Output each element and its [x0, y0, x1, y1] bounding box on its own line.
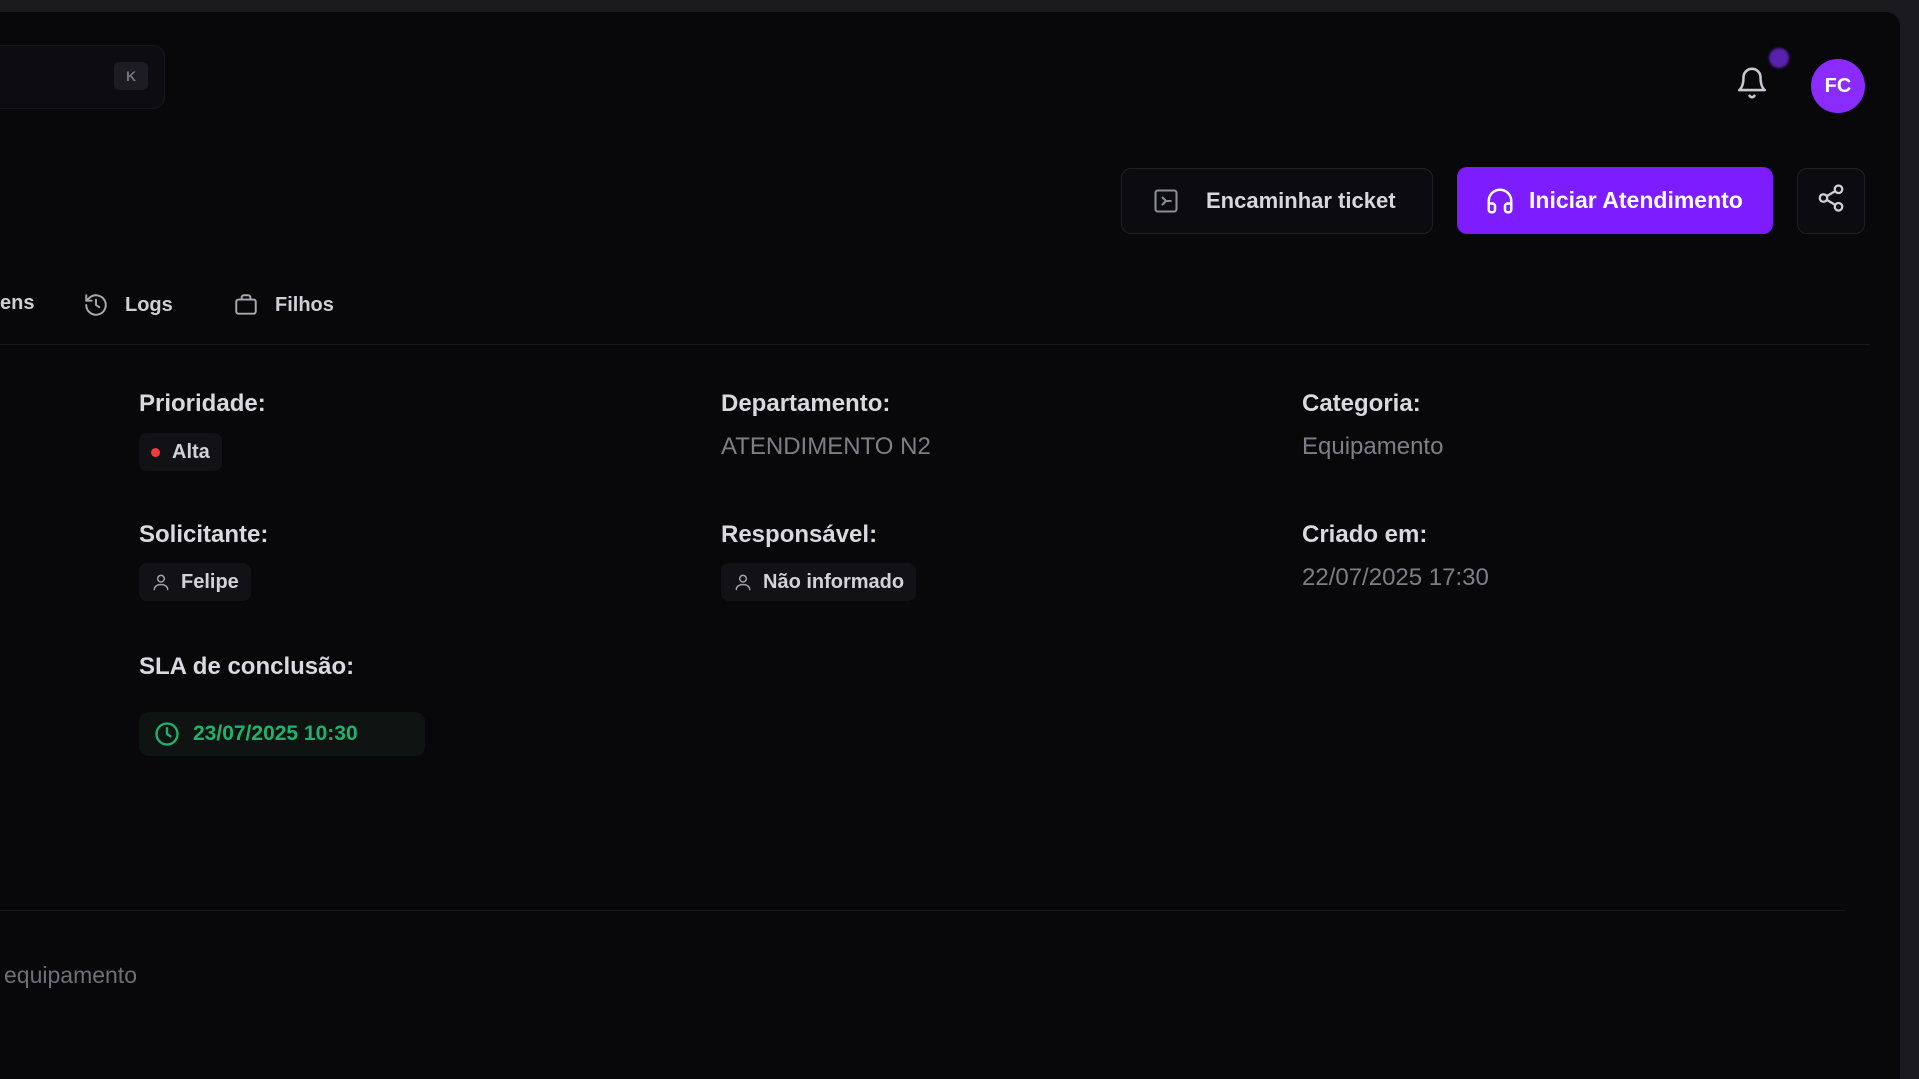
share-icon [1816, 183, 1846, 219]
department-value: ATENDIMENTO N2 [721, 433, 931, 460]
tab-children-label: Filhos [275, 293, 334, 316]
section-divider [0, 910, 1845, 911]
priority-badge: Alta [139, 433, 222, 471]
avatar[interactable]: FC [1811, 59, 1865, 113]
priority-dot [151, 447, 160, 457]
forward-ticket-label: Encaminhar ticket [1206, 188, 1396, 213]
sla-label: SLA de conclusão: [139, 653, 355, 680]
tab-items[interactable]: ens [0, 292, 34, 315]
created-label: Criado em: [1302, 521, 1428, 548]
description-text: equipamento [4, 962, 137, 988]
responsible-label: Responsável: [721, 521, 878, 548]
department-label: Departamento: [721, 390, 891, 417]
requester-value: Felipe [181, 570, 239, 593]
history-icon [83, 292, 109, 318]
tab-items-label: ens [0, 292, 35, 314]
user-icon [151, 572, 171, 592]
forward-icon [1152, 187, 1180, 215]
sla-badge: 23/07/2025 10:30 [139, 712, 425, 756]
responsible-value: Não informado [763, 570, 905, 593]
tab-logs[interactable]: Logs [83, 292, 173, 318]
bell-icon[interactable] [1735, 65, 1769, 101]
start-service-button[interactable]: Iniciar Atendimento [1457, 167, 1773, 234]
user-icon [733, 572, 753, 592]
window-edge [1900, 0, 1919, 1079]
requester-label: Solicitante: [139, 521, 269, 548]
priority-value: Alta [172, 440, 210, 463]
priority-label: Prioridade: [139, 390, 266, 417]
tab-logs-label: Logs [125, 293, 173, 316]
folder-icon [233, 292, 259, 318]
search-input[interactable]: K [0, 45, 165, 109]
sla-value: 23/07/2025 10:30 [193, 722, 358, 745]
tab-bar: ens Logs Filhos [0, 288, 1870, 345]
headset-icon [1485, 186, 1515, 216]
share-button[interactable] [1797, 168, 1865, 234]
start-service-label: Iniciar Atendimento [1529, 187, 1743, 213]
created-value: 22/07/2025 17:30 [1302, 564, 1489, 591]
shortcut-badge: K [114, 62, 148, 90]
notification-badge [1769, 48, 1789, 68]
requester-badge: Felipe [139, 563, 251, 601]
category-value: Equipamento [1302, 433, 1444, 460]
tab-children[interactable]: Filhos [233, 292, 334, 318]
responsible-badge: Não informado [721, 563, 917, 601]
forward-ticket-button[interactable]: Encaminhar ticket [1121, 168, 1433, 234]
app-frame: K FC Encaminhar ticket Iniciar Atendimen… [0, 12, 1900, 1079]
clock-icon [153, 720, 181, 748]
category-label: Categoria: [1302, 390, 1421, 417]
